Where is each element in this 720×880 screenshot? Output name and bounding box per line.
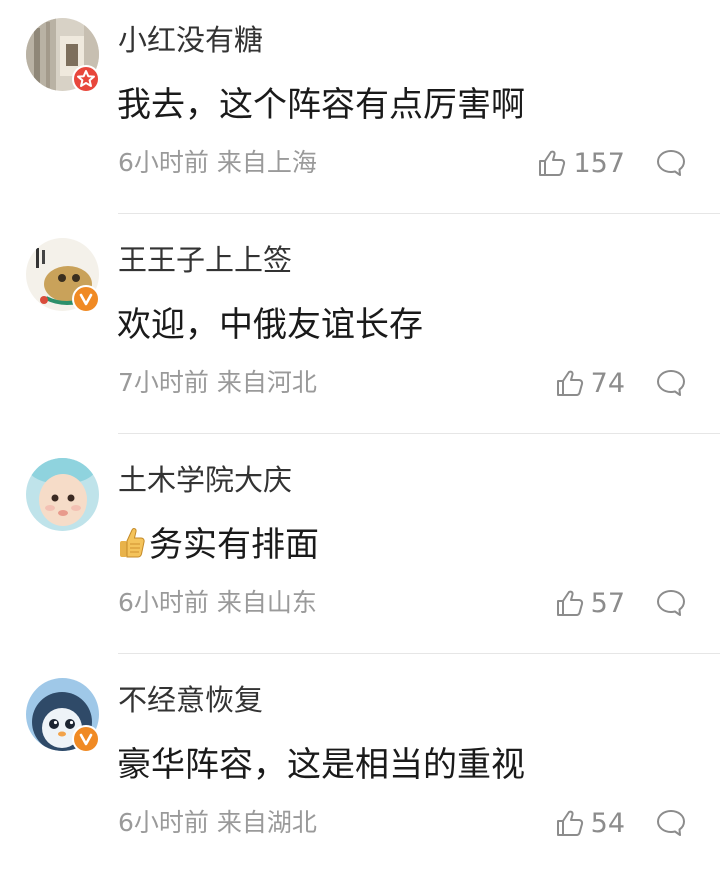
comment-username[interactable]: 小红没有糖 xyxy=(118,22,263,58)
avatar-wrap[interactable] xyxy=(26,678,100,753)
reply-bubble-icon[interactable] xyxy=(656,809,686,837)
reply-bubble-icon[interactable] xyxy=(656,149,686,177)
comment-location: 来自河北 xyxy=(216,368,317,397)
like-count: 54 xyxy=(590,807,625,839)
reply-bubble-icon[interactable] xyxy=(656,369,686,397)
comment-item: 小红没有糖 我去，这个阵容有点厉害啊 6小时前 来自上海 157 xyxy=(0,0,720,220)
comment-item: 王王子上上签 欢迎，中俄友谊长存 7小时前 来自河北 74 xyxy=(0,220,720,440)
comment-meta: 6小时前 来自湖北 xyxy=(118,807,317,839)
like-count: 74 xyxy=(590,367,625,399)
thumbs-up-icon xyxy=(555,588,585,618)
comment-location: 来自山东 xyxy=(216,588,317,617)
comment-time: 7小时前 xyxy=(118,368,209,397)
divider xyxy=(118,213,720,214)
thumbs-up-icon xyxy=(555,808,585,838)
avatar[interactable] xyxy=(26,458,99,531)
like-count: 157 xyxy=(573,147,625,179)
comment-location: 来自湖北 xyxy=(216,808,317,837)
star-badge-icon xyxy=(72,65,100,93)
comment-meta: 6小时前 来自山东 xyxy=(118,587,317,619)
like-button[interactable]: 157 xyxy=(537,146,625,180)
comment-time: 6小时前 xyxy=(118,808,209,837)
comment-text: 欢迎，中俄友谊长存 xyxy=(117,305,423,345)
comment-text: 我去，这个阵容有点厉害啊 xyxy=(117,85,525,125)
comment-username[interactable]: 王王子上上签 xyxy=(118,242,292,278)
avatar-wrap[interactable] xyxy=(26,458,99,531)
comment-meta: 6小时前 来自上海 xyxy=(118,147,317,179)
divider xyxy=(118,653,720,654)
verified-badge-icon xyxy=(72,725,100,753)
like-count: 57 xyxy=(590,587,625,619)
comment-username[interactable]: 不经意恢复 xyxy=(118,682,263,718)
divider xyxy=(118,433,720,434)
comment-text-row: 务实有排面 xyxy=(117,524,319,566)
comment-time: 6小时前 xyxy=(118,588,209,617)
like-button[interactable]: 54 xyxy=(555,806,625,840)
comment-location: 来自上海 xyxy=(216,148,317,177)
verified-badge-icon xyxy=(72,285,100,313)
comment-time: 6小时前 xyxy=(118,148,209,177)
comment-text: 务实有排面 xyxy=(149,525,319,565)
like-button[interactable]: 57 xyxy=(555,586,625,620)
comment-item: 土木学院大庆 务实有排面 6小时前 来自山东 57 xyxy=(0,440,720,660)
reply-bubble-icon[interactable] xyxy=(656,589,686,617)
comment-item: 不经意恢复 豪华阵容，这是相当的重视 6小时前 来自湖北 54 xyxy=(0,660,720,880)
like-button[interactable]: 74 xyxy=(555,366,625,400)
avatar-wrap[interactable] xyxy=(26,18,100,93)
comment-text: 豪华阵容，这是相当的重视 xyxy=(117,745,525,785)
comment-meta: 7小时前 来自河北 xyxy=(118,367,317,399)
thumbs-up-emoji-icon xyxy=(117,526,145,560)
thumbs-up-icon xyxy=(537,148,567,178)
avatar-wrap[interactable] xyxy=(26,238,100,313)
thumbs-up-icon xyxy=(555,368,585,398)
comment-username[interactable]: 土木学院大庆 xyxy=(118,462,292,498)
